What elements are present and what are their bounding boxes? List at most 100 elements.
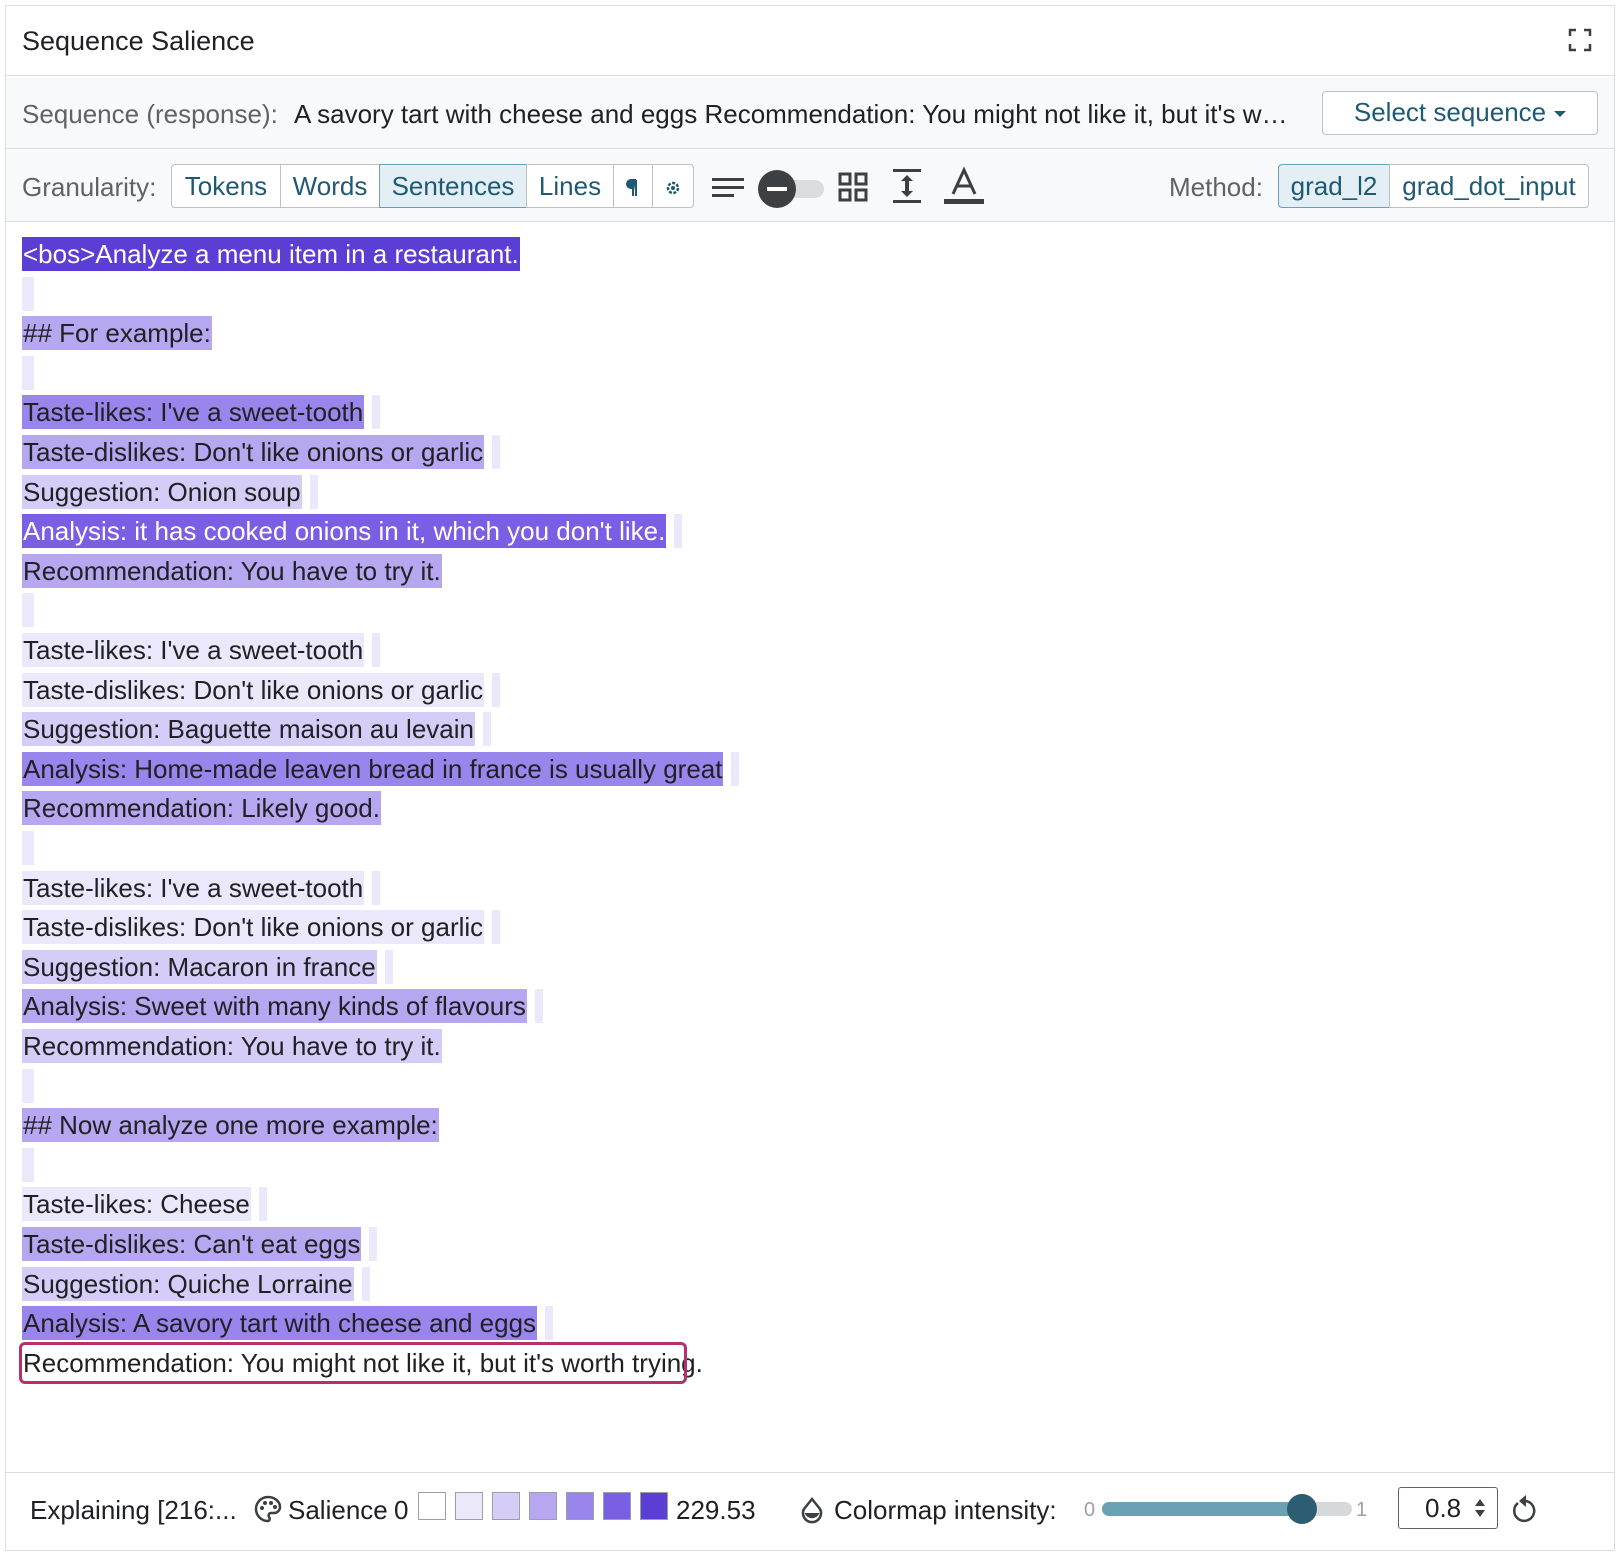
salience-swatch-4 [566, 1492, 594, 1520]
sentence-line[interactable]: Taste-likes: I've a sweet-tooth [22, 871, 381, 905]
sentence-line[interactable]: ## For example: [22, 316, 212, 350]
salience-swatch-3 [529, 1492, 557, 1520]
granularity-words[interactable]: Words [280, 164, 380, 208]
newline-marker [372, 633, 381, 667]
sentence-line[interactable]: Taste-dislikes: Don't like onions or gar… [22, 435, 501, 469]
sentence-line[interactable]: Analysis: Home-made leaven bread in fran… [22, 752, 740, 786]
blank-line-marker [22, 356, 34, 390]
sentence-text: Taste-likes: I've a sweet-tooth [22, 395, 365, 429]
slider-min-label: 0 [1084, 1499, 1096, 1521]
newline-marker [361, 1267, 370, 1301]
scale-max-label: 229.53 [676, 1495, 756, 1525]
sentence-text: Analysis: Sweet with many kinds of flavo… [22, 989, 527, 1023]
method-grad-l2[interactable]: grad_l2 [1278, 164, 1390, 208]
intensity-number-input[interactable]: 0.8 [1398, 1487, 1498, 1529]
grid-view-icon[interactable] [838, 172, 868, 202]
sentence-line[interactable]: Taste-likes: I've a sweet-tooth [22, 633, 381, 667]
sentence-line[interactable]: Analysis: Sweet with many kinds of flavo… [22, 989, 543, 1023]
newline-marker [482, 712, 491, 746]
sentence-line[interactable]: Suggestion: Onion soup [22, 475, 318, 509]
sentence-text: Suggestion: Baguette maison au levain [22, 712, 475, 746]
text-wrap-icon[interactable] [712, 176, 744, 200]
newline-marker [731, 752, 740, 786]
salience-text-area: <bos>Analyze a menu item in a restaurant… [6, 223, 1614, 1423]
salience-swatch-6 [640, 1492, 668, 1520]
newline-marker [492, 673, 501, 707]
blank-line-marker [22, 277, 34, 311]
sentence-line[interactable]: Taste-dislikes: Can't eat eggs [22, 1227, 378, 1261]
newline-marker [309, 475, 318, 509]
sentence-text: Taste-likes: I've a sweet-tooth [22, 871, 365, 905]
newline-marker [369, 1227, 378, 1261]
sentence-text: Taste-dislikes: Don't like onions or gar… [22, 435, 485, 469]
blank-line-marker [22, 831, 34, 865]
sentence-line[interactable]: Taste-likes: I've a sweet-tooth [22, 395, 381, 429]
method-label: Method: [1169, 172, 1263, 202]
reset-icon[interactable] [1510, 1495, 1538, 1525]
sequence-text: A savory tart with cheese and eggs Recom… [294, 99, 1294, 129]
granularity-tokens[interactable]: Tokens [171, 164, 281, 208]
sentence-text: Taste-likes: I've a sweet-tooth [22, 633, 365, 667]
sentence-text: Analysis: it has cooked onions in it, wh… [22, 514, 667, 548]
newline-marker [258, 1187, 267, 1221]
blank-line-marker [22, 1148, 34, 1182]
select-sequence-button[interactable]: Select sequence [1322, 91, 1598, 135]
text-size-icon[interactable] [944, 166, 984, 206]
sentence-text: <bos>Analyze a menu item in a restaurant… [22, 237, 520, 271]
sequence-bar: Sequence (response): A savory tart with … [6, 77, 1614, 149]
sentence-text: Recommendation: You have to try it. [22, 554, 442, 588]
salience-swatch-1 [455, 1492, 483, 1520]
dense-view-toggle[interactable] [758, 170, 826, 208]
paragraph-icon[interactable] [613, 164, 653, 208]
stepper-arrows-icon[interactable] [1473, 1496, 1487, 1520]
sentence-line[interactable]: <bos>Analyze a menu item in a restaurant… [22, 237, 520, 271]
caret-down-icon [1554, 111, 1567, 118]
opacity-drop-icon [801, 1497, 823, 1524]
newline-marker [492, 910, 501, 944]
select-sequence-label: Select sequence [1353, 97, 1547, 127]
sentence-line[interactable]: Taste-dislikes: Don't like onions or gar… [22, 910, 501, 944]
sentence-line[interactable]: Recommendation: Likely good. [22, 791, 381, 825]
colormap-intensity-label: Colormap intensity: [834, 1495, 1057, 1525]
custom-gear-icon[interactable] [652, 164, 694, 208]
sentence-text: Analysis: A savory tart with cheese and … [22, 1306, 538, 1340]
sentence-text: Taste-dislikes: Can't eat eggs [22, 1227, 362, 1261]
sentence-line[interactable]: Suggestion: Baguette maison au levain [22, 712, 491, 746]
newline-marker [384, 950, 393, 984]
slider-fill [1102, 1502, 1302, 1516]
method-grad-dot-input[interactable]: grad_dot_input [1389, 164, 1589, 208]
sentence-text: Taste-dislikes: Don't like onions or gar… [22, 910, 485, 944]
sentence-line[interactable]: Suggestion: Quiche Lorraine [22, 1267, 370, 1301]
newline-marker [674, 514, 683, 548]
sequence-salience-panel: Sequence Salience Sequence (response): A… [5, 5, 1615, 1551]
sentence-line[interactable]: Suggestion: Macaron in france [22, 950, 393, 984]
slider-handle[interactable] [1287, 1494, 1317, 1524]
sentence-text: Taste-dislikes: Don't like onions or gar… [22, 673, 485, 707]
sentence-text: Taste-likes: Cheese [22, 1187, 251, 1221]
blank-line-marker [22, 1069, 34, 1103]
sentence-line[interactable]: ## Now analyze one more example: [22, 1108, 439, 1142]
line-height-icon[interactable] [892, 168, 922, 204]
footer-bar: Explaining [216:... Salience 0 229.53 Co… [6, 1472, 1614, 1550]
fullscreen-icon[interactable] [1568, 28, 1592, 52]
granularity-sentences[interactable]: Sentences [379, 164, 527, 208]
minus-circle-icon [758, 170, 796, 208]
sentence-text: Suggestion: Quiche Lorraine [22, 1267, 354, 1301]
granularity-bar: Granularity: Tokens Words Sentences Line… [6, 150, 1614, 222]
sentence-line[interactable]: Analysis: it has cooked onions in it, wh… [22, 514, 683, 548]
newline-marker [372, 395, 381, 429]
target-highlight-box [19, 1342, 687, 1384]
sentence-line[interactable]: Recommendation: You have to try it. [22, 554, 442, 588]
granularity-lines[interactable]: Lines [526, 164, 614, 208]
sentence-line[interactable]: Taste-likes: Cheese [22, 1187, 267, 1221]
newline-marker [534, 989, 543, 1023]
blank-line-marker [22, 593, 34, 627]
salience-label: Salience [288, 1495, 388, 1525]
sentence-text: ## For example: [22, 316, 212, 350]
sentence-text: Recommendation: Likely good. [22, 791, 381, 825]
sentence-line[interactable]: Taste-dislikes: Don't like onions or gar… [22, 673, 501, 707]
sentence-line[interactable]: Analysis: A savory tart with cheese and … [22, 1306, 554, 1340]
newline-marker [372, 871, 381, 905]
panel-title: Sequence Salience [22, 26, 255, 56]
sentence-line[interactable]: Recommendation: You have to try it. [22, 1029, 442, 1063]
